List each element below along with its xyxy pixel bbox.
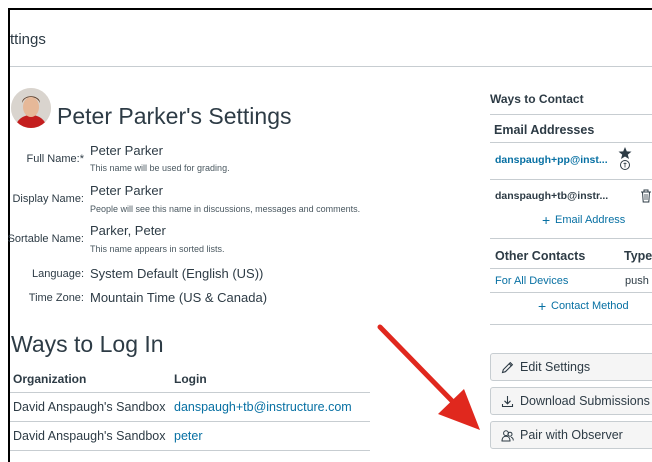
sortable-name-value: Parker, Peter: [90, 223, 166, 238]
plus-icon: +: [538, 298, 547, 314]
ways-to-contact-heading: Ways to Contact: [490, 92, 584, 106]
language-label: Language:: [32, 268, 84, 280]
display-name-value: Peter Parker: [90, 183, 163, 198]
annotation-arrow-icon: [377, 324, 480, 430]
edit-settings-label: Edit Settings: [520, 360, 591, 374]
divider: [490, 324, 652, 325]
window-border-top: [8, 8, 652, 10]
header-divider: [10, 66, 652, 67]
login-link[interactable]: danspaugh+tb@instructure.com: [174, 400, 352, 414]
sortable-name-label: Sortable Name:: [7, 233, 84, 245]
download-icon: [501, 396, 514, 408]
time-zone-label: Time Zone:: [28, 292, 84, 304]
divider: [490, 268, 652, 269]
display-name-label: Display Name:: [12, 193, 84, 205]
pencil-icon: [501, 361, 514, 374]
divider: [490, 179, 652, 180]
language-value: System Default (English (US)): [90, 266, 264, 281]
contact-channel-link[interactable]: For All Devices: [495, 275, 568, 287]
full-name-value: Peter Parker: [90, 143, 163, 158]
page-title: Peter Parker's Settings: [57, 103, 292, 129]
table-row: David Anspaugh's Sandbox peter: [10, 422, 370, 451]
add-email-label: Email Address: [555, 214, 626, 226]
table-header: Organization Login: [10, 368, 370, 393]
table-row: David Anspaugh's Sandbox danspaugh+tb@in…: [10, 393, 370, 422]
time-zone-value: Mountain Time (US & Canada): [90, 290, 268, 305]
users-icon: [501, 430, 514, 442]
download-submissions-label: Download Submissions: [520, 394, 650, 408]
divider: [490, 142, 652, 143]
breadcrumb[interactable]: ttings: [10, 31, 46, 48]
pair-with-observer-button[interactable]: Pair with Observer: [490, 421, 652, 449]
org-cell: David Anspaugh's Sandbox: [13, 429, 166, 443]
star-icon[interactable]: [618, 147, 632, 171]
full-name-label: Full Name:*: [26, 153, 84, 165]
ways-to-contact-panel: Ways to Contact Email Addresses danspaug…: [490, 80, 652, 340]
org-cell: David Anspaugh's Sandbox: [13, 400, 166, 414]
plus-icon: +: [542, 212, 551, 228]
download-submissions-button[interactable]: Download Submissions: [490, 387, 652, 415]
edit-settings-button[interactable]: Edit Settings: [490, 353, 652, 381]
avatar-image: [11, 88, 51, 128]
trash-icon[interactable]: [640, 189, 652, 203]
divider: [490, 238, 652, 239]
type-column-header: Type: [624, 249, 652, 263]
divider: [490, 292, 652, 293]
sortable-name-hint: This name appears in sorted lists.: [90, 244, 225, 254]
email-address-text: danspaugh+tb@instr...: [495, 190, 609, 202]
column-header-login: Login: [174, 372, 207, 386]
add-contact-label: Contact Method: [551, 300, 629, 312]
login-link[interactable]: peter: [174, 429, 203, 443]
contact-type: push: [625, 275, 649, 287]
other-contacts-heading: Other Contacts: [495, 249, 586, 263]
column-header-organization: Organization: [13, 372, 87, 386]
avatar[interactable]: [11, 88, 51, 128]
divider: [490, 114, 652, 115]
email-address-link[interactable]: danspaugh+pp@inst...: [495, 154, 608, 166]
display-name-hint: People will see this name in discussions…: [90, 204, 361, 214]
email-addresses-heading: Email Addresses: [494, 123, 595, 137]
ways-to-log-in-heading: Ways to Log In: [11, 331, 164, 357]
pair-with-observer-label: Pair with Observer: [520, 428, 623, 442]
full-name-hint: This name will be used for grading.: [90, 163, 230, 173]
